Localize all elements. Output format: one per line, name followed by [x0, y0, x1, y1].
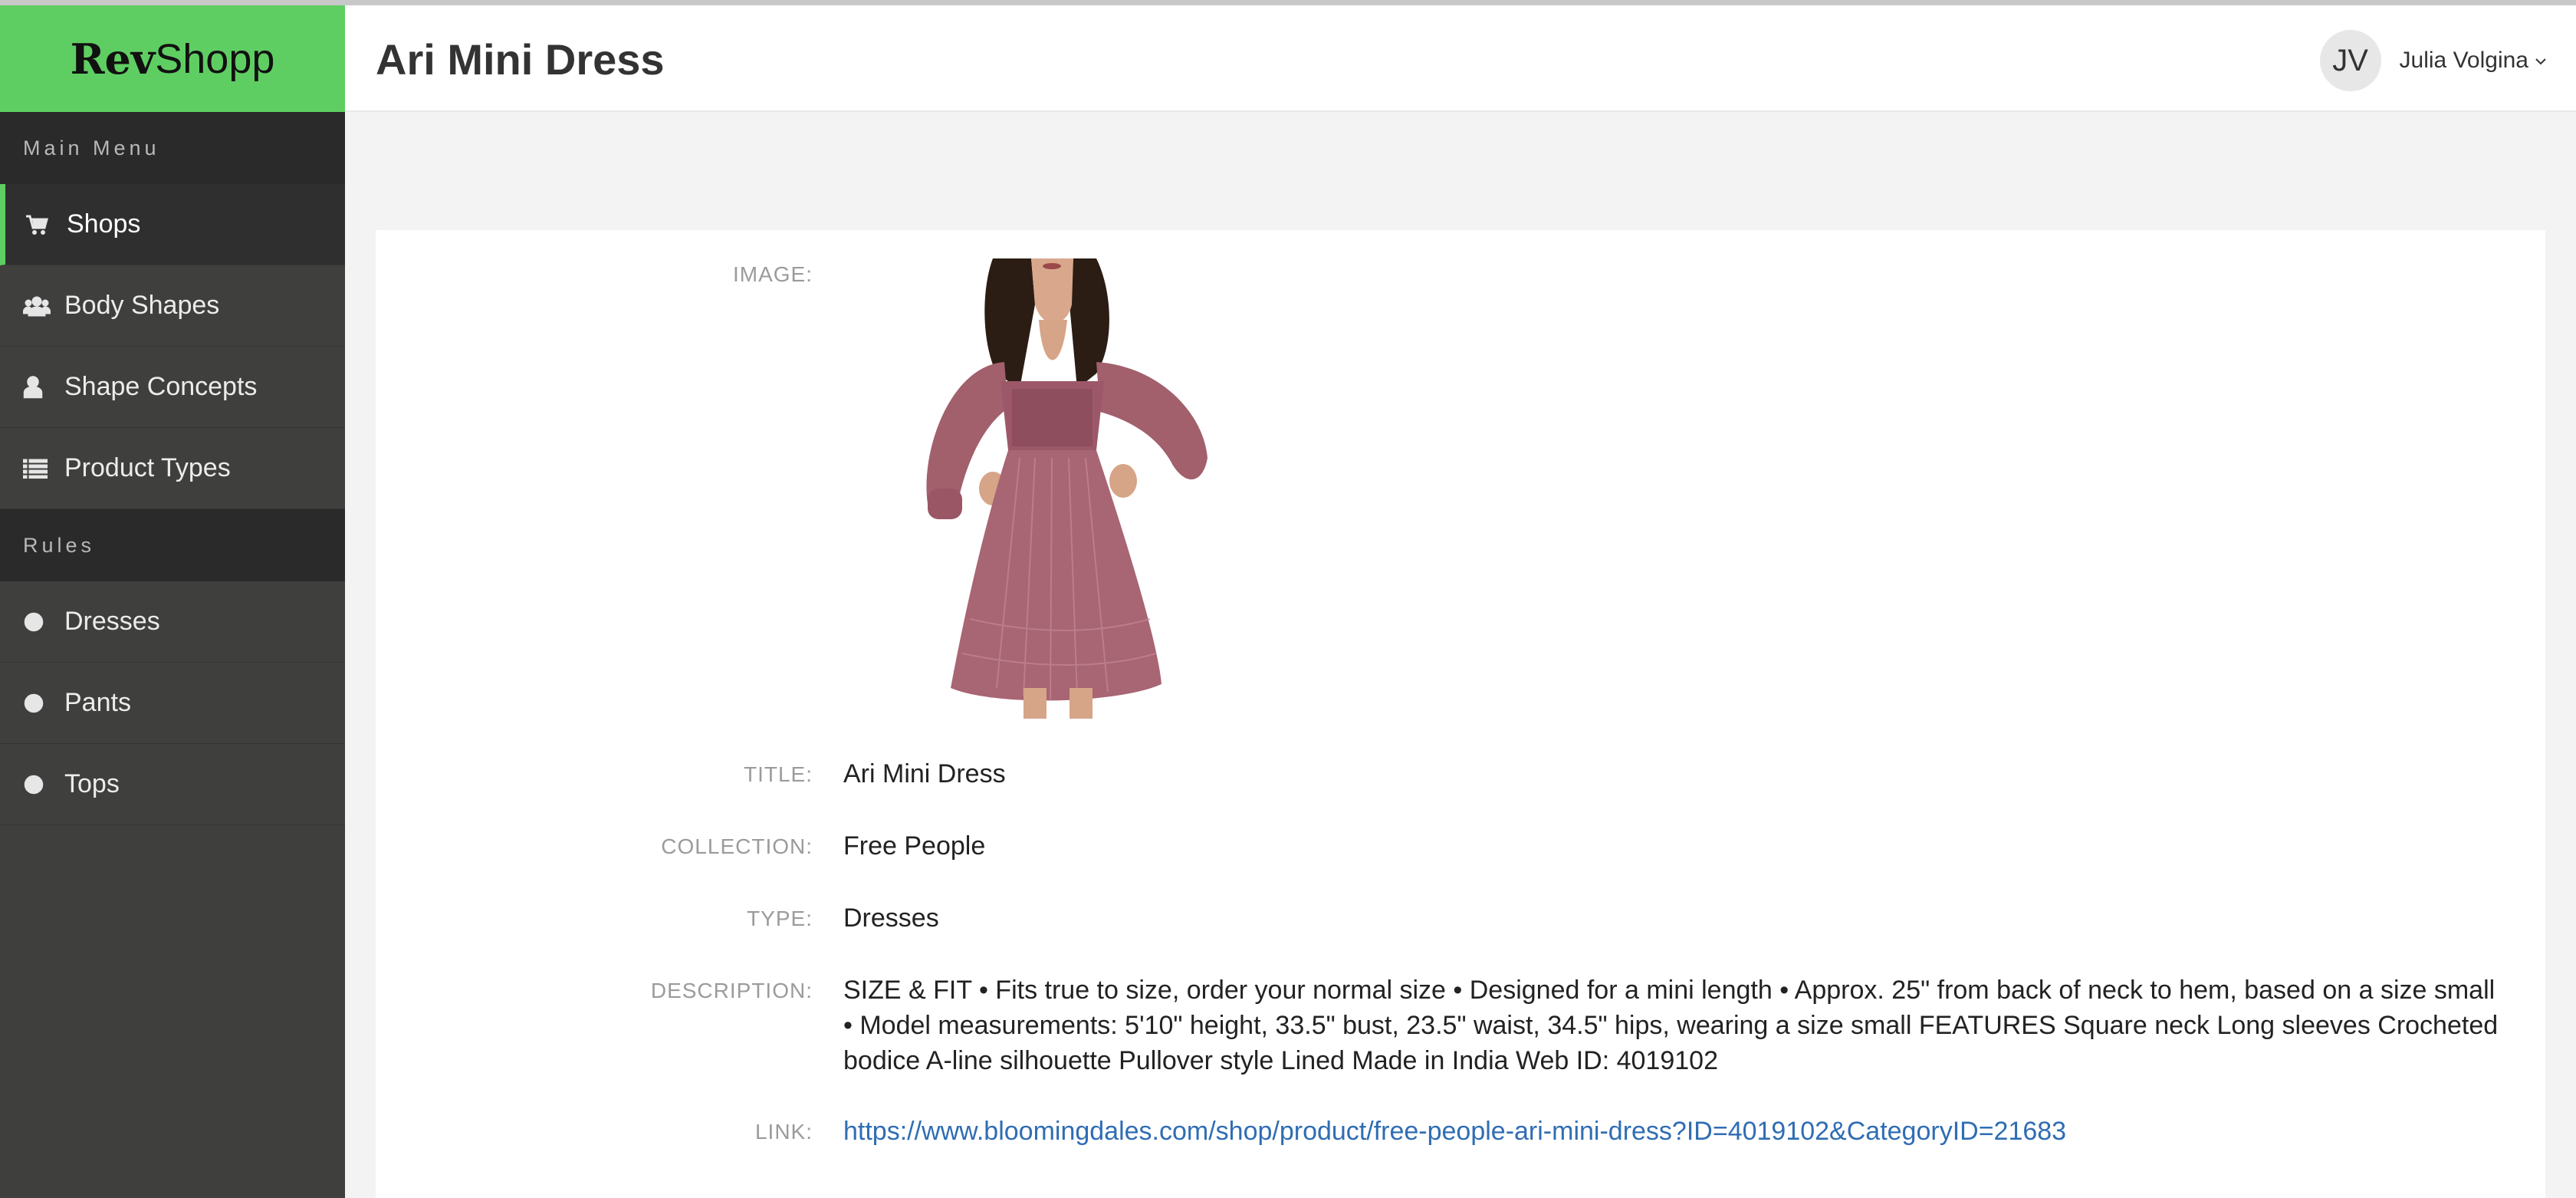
sidebar-item-label: Pants	[64, 688, 131, 717]
sidebar-section-rules: Rules	[0, 509, 345, 581]
sidebar-item-shops[interactable]: Shops	[0, 184, 345, 265]
collection-value: Free People	[843, 831, 986, 861]
description-label: DESCRIPTION:	[650, 979, 813, 1002]
sidebar-item-label: Shape Concepts	[64, 372, 258, 401]
cart-icon	[25, 212, 62, 238]
list-icon	[23, 456, 60, 482]
link-value: https://www.bloomingdales.com/shop/produ…	[843, 1114, 2499, 1149]
top-header: Ari Mini Dress JV Julia Volgina	[345, 5, 2576, 112]
product-link[interactable]: https://www.bloomingdales.com/shop/produ…	[843, 1117, 2066, 1146]
sidebar-item-tops[interactable]: Tops	[0, 744, 345, 825]
sidebar-item-dresses[interactable]: Dresses	[0, 581, 345, 663]
user-outline-icon	[23, 374, 60, 400]
circle-outline-icon	[23, 690, 60, 716]
sidebar-item-label: Tops	[64, 769, 120, 798]
image-label: IMAGE:	[732, 262, 813, 286]
product-image	[866, 258, 1211, 719]
link-label: LINK:	[754, 1120, 813, 1144]
window-top-border	[0, 0, 2576, 5]
product-detail-card: IMAGE: TITLE: Ari Mini Dress COLLECTION:…	[376, 230, 2545, 1198]
page-title: Ari Mini Dress	[376, 35, 665, 84]
title-label: TITLE:	[743, 762, 813, 786]
circle-outline-icon	[23, 772, 60, 798]
user-name[interactable]: Julia Volgina	[2400, 48, 2528, 74]
type-label: TYPE:	[747, 907, 813, 930]
user-menu[interactable]: JV Julia Volgina	[2319, 30, 2547, 91]
avatar[interactable]: JV	[2319, 30, 2381, 91]
sidebar-item-shape-concepts[interactable]: Shape Concepts	[0, 347, 345, 428]
sidebar-item-label: Body Shapes	[64, 291, 220, 320]
sidebar-item-label: Shops	[67, 209, 141, 239]
type-value: Dresses	[843, 903, 939, 933]
users-icon	[23, 293, 60, 319]
sidebar-section-main-menu: Main Menu	[0, 112, 345, 184]
chevron-down-icon[interactable]	[2535, 51, 2547, 71]
circle-outline-icon	[23, 609, 60, 635]
sidebar-item-pants[interactable]: Pants	[0, 663, 345, 744]
sidebar-item-label: Product Types	[64, 453, 231, 482]
brand-logo-rev: Rev	[70, 34, 156, 84]
sidebar-item-product-types[interactable]: Product Types	[0, 428, 345, 509]
title-value: Ari Mini Dress	[843, 759, 1006, 788]
brand-logo-shopp: Shopp	[155, 35, 275, 82]
sidebar-item-label: Dresses	[64, 607, 160, 636]
sidebar: Rev Shopp Main Menu Shops Body Shapes Sha…	[0, 5, 345, 1198]
brand-logo[interactable]: Rev Shopp	[0, 5, 345, 112]
collection-label: COLLECTION:	[661, 834, 813, 858]
sidebar-item-body-shapes[interactable]: Body Shapes	[0, 265, 345, 347]
description-value: SIZE & FIT • Fits true to size, order yo…	[843, 976, 2499, 1075]
